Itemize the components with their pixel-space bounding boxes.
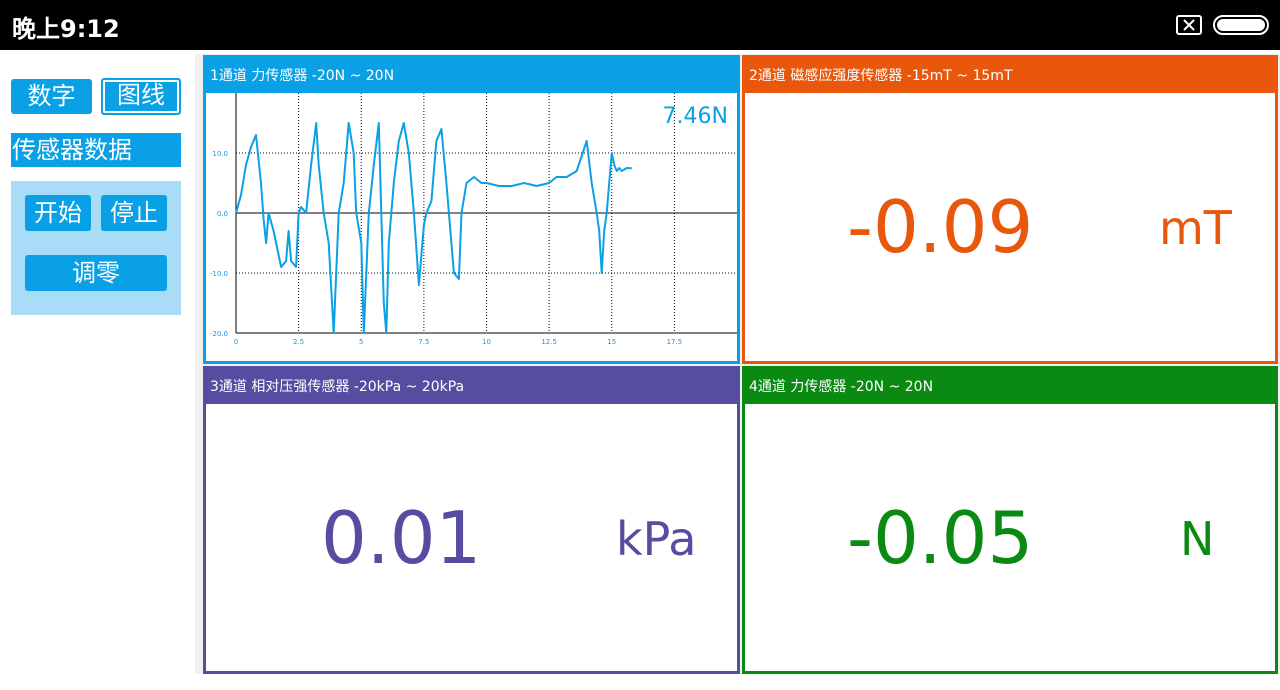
stop-button[interactable]: 停止: [101, 195, 167, 231]
channel-2-value: -0.09: [847, 185, 1034, 269]
channel-4-panel[interactable]: 4通道 力传感器 -20N ~ 20N -0.05 N: [742, 366, 1278, 674]
status-time: 晚上9:12: [12, 15, 120, 43]
zero-button[interactable]: 调零: [25, 255, 167, 291]
y-tick-label: -10.0: [210, 270, 228, 278]
channel-3-unit: kPa: [616, 512, 697, 566]
channel-2-unit: mT: [1159, 201, 1232, 255]
x-tick-label: 15: [607, 338, 616, 346]
x-tick-label: 12.5: [541, 338, 557, 346]
x-tick-label: 0: [234, 338, 238, 346]
channel-2-header: 2通道 磁感应强度传感器 -15mT ~ 15mT: [745, 58, 1275, 93]
channel-3-value: 0.01: [321, 496, 482, 580]
digit-mode-button[interactable]: 数字: [11, 79, 92, 114]
control-box: 开始 停止 调零: [11, 181, 181, 315]
channel-1-header: 1通道 力传感器 -20N ~ 20N: [206, 58, 737, 93]
channel-1-panel[interactable]: 1通道 力传感器 -20N ~ 20N 0 2.5 5 7.5 10 12.5 15 17.5…: [203, 55, 740, 364]
channel-1-chart: 0 2.5 5 7.5 10 12.5 15 17.5 10.0 0.0 -10.0 -20.0 7.4…: [210, 93, 737, 346]
x-tick-label: 17.5: [667, 338, 683, 346]
y-tick-label: 0.0: [217, 210, 228, 218]
channel-4-header: 4通道 力传感器 -20N ~ 20N: [745, 369, 1275, 404]
start-button[interactable]: 开始: [25, 195, 91, 231]
x-tick-label: 10: [482, 338, 491, 346]
x-tick-label: 5: [359, 338, 363, 346]
sidebar: 数字 图线 传感器数据 开始 停止 调零: [0, 54, 195, 690]
channel-3-header: 3通道 相对压强传感器 -20kPa ~ 20kPa: [206, 369, 737, 404]
y-tick-label: 10.0: [212, 150, 228, 158]
y-tick-label: -20.0: [210, 330, 228, 338]
channel-4-value: -0.05: [847, 496, 1034, 580]
x-tick-label: 2.5: [293, 338, 304, 346]
status-bar: 晚上9:12: [0, 0, 1280, 50]
channel-4-unit: N: [1180, 512, 1215, 566]
series-line: [235, 122, 632, 334]
sensor-data-title: 传感器数据: [11, 133, 181, 167]
battery-icon: [1213, 15, 1269, 35]
graph-mode-button[interactable]: 图线: [101, 78, 181, 115]
channel-2-panel[interactable]: 2通道 磁感应强度传感器 -15mT ~ 15mT -0.09 mT: [742, 55, 1278, 364]
channel-1-value: 7.46N: [663, 104, 728, 129]
close-icon[interactable]: [1176, 15, 1202, 35]
x-tick-label: 7.5: [418, 338, 429, 346]
channel-3-panel[interactable]: 3通道 相对压强传感器 -20kPa ~ 20kPa 0.01 kPa: [203, 366, 740, 674]
